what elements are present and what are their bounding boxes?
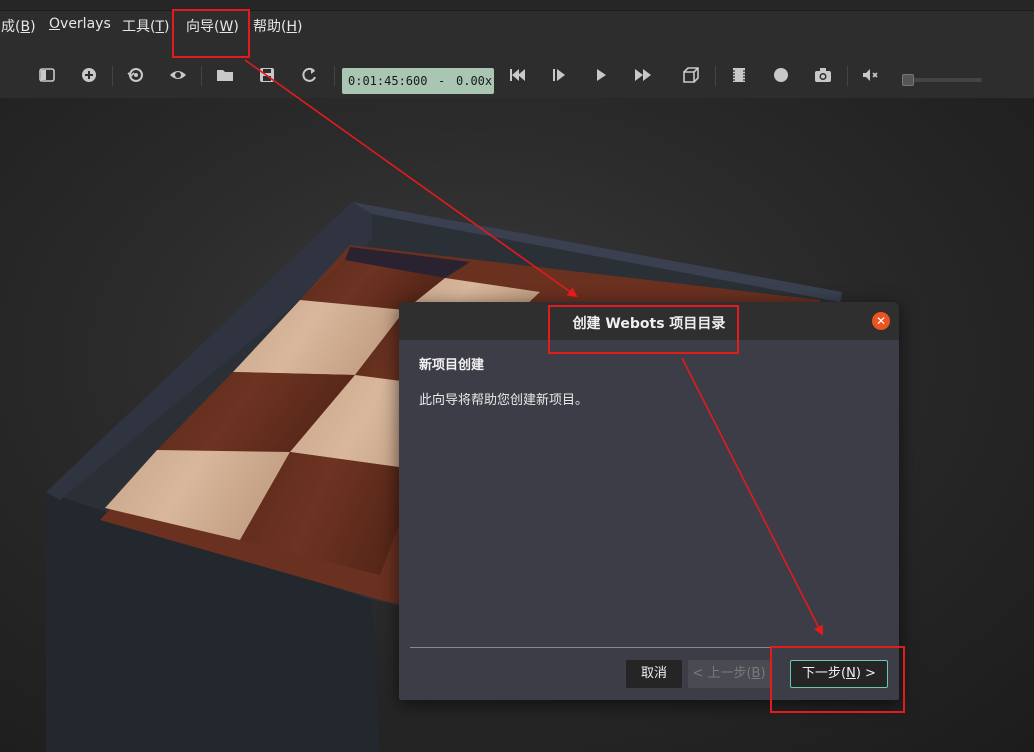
annotation-box-dialog-title	[548, 305, 739, 354]
record-animation-icon[interactable]	[771, 65, 791, 85]
close-button[interactable]: ✕	[872, 312, 890, 330]
open-world-icon[interactable]	[215, 65, 235, 85]
toolbar-separator	[334, 66, 335, 86]
add-node-icon[interactable]	[79, 65, 99, 85]
toolbar-separator	[112, 66, 113, 86]
wizard-page-heading: 新项目创建	[419, 358, 485, 373]
fast-forward-icon[interactable]	[633, 65, 653, 85]
toolbar-separator	[201, 66, 202, 86]
menu-item-help[interactable]: 帮助(H)	[253, 16, 302, 36]
volume-slider-handle[interactable]	[902, 74, 914, 86]
reload-world-icon[interactable]	[299, 65, 319, 85]
toggle-scene-tree-icon[interactable]	[37, 65, 57, 85]
simulation-time-display: 0:01:45:600 - 0.00x	[342, 68, 494, 94]
menu-item-build[interactable]: 成(B)	[1, 16, 36, 36]
toolbar	[0, 52, 1034, 99]
simulation-speed: 0.00x	[456, 74, 493, 88]
reset-viewpoint-icon[interactable]	[126, 65, 146, 85]
mute-icon[interactable]	[860, 65, 880, 85]
back-button[interactable]: < 上一步(B)	[688, 660, 770, 688]
wizard-page-description: 此向导将帮助您创建新项目。	[419, 393, 589, 408]
visibility-icon[interactable]	[168, 65, 188, 85]
play-icon[interactable]	[591, 65, 611, 85]
menu-bar: 成(B) Overlays 工具(T) 向导(W) 帮助(H)	[0, 0, 1034, 52]
time-separator: -	[438, 74, 446, 88]
menu-item-overlays[interactable]: Overlays	[49, 16, 111, 32]
screenshot-icon[interactable]	[813, 65, 833, 85]
menu-item-tools[interactable]: 工具(T)	[122, 16, 170, 36]
window-title-strip	[0, 0, 1034, 11]
simulation-time: 0:01:45:600	[348, 74, 428, 88]
new-project-wizard-dialog: 创建 Webots 项目目录 ✕ 新项目创建 此向导将帮助您创建新项目。 取消 …	[399, 302, 899, 700]
step-back-icon[interactable]	[507, 65, 527, 85]
record-movie-icon[interactable]	[729, 65, 749, 85]
cancel-button[interactable]: 取消	[626, 660, 682, 688]
step-icon[interactable]	[549, 65, 569, 85]
toolbar-separator	[715, 66, 716, 86]
annotation-box-next-button	[770, 646, 905, 713]
toolbar-separator	[847, 66, 848, 86]
volume-slider-track[interactable]	[904, 78, 982, 82]
3d-view-icon[interactable]	[681, 65, 701, 85]
save-world-icon[interactable]	[257, 65, 277, 85]
annotation-box-wizard-menu	[172, 9, 250, 58]
close-icon: ✕	[875, 314, 887, 328]
